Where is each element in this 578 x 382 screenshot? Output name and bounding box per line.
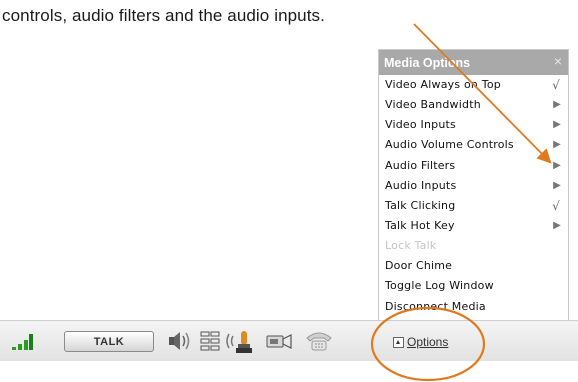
menu-item-door-chime[interactable]: Door Chime [379, 256, 568, 276]
menu-item-video-always-on-top[interactable]: Video Always on Top √ [379, 75, 568, 95]
menu-list: Video Always on Top √ Video Bandwidth ▶ Vide… [379, 75, 568, 317]
signal-strength-icon [12, 332, 34, 350]
checkmark-icon: √ [552, 78, 560, 92]
menu-item-audio-volume-controls[interactable]: Audio Volume Controls ▶ [379, 135, 568, 155]
menu-item-disconnect-media[interactable]: Disconnect Media [379, 297, 568, 317]
menu-item-label: Talk Hot Key [385, 218, 455, 232]
menu-title: Media Options [384, 55, 471, 70]
menu-item-label: Video Always on Top [385, 78, 501, 91]
menu-item-label: Disconnect Media [385, 299, 486, 313]
submenu-arrow-icon: ▶ [553, 219, 561, 231]
submenu-arrow-icon: ▶ [553, 99, 561, 111]
menu-item-talk-clicking[interactable]: Talk Clicking √ [379, 196, 568, 216]
menu-item-toggle-log-window[interactable]: Toggle Log Window [379, 276, 568, 296]
menu-item-talk-hot-key[interactable]: Talk Hot Key ▶ [379, 216, 568, 236]
menu-item-video-inputs[interactable]: Video Inputs ▶ [379, 115, 568, 135]
menu-item-lock-talk: Lock Talk [379, 236, 568, 256]
submenu-arrow-icon: ▶ [553, 179, 561, 191]
menu-item-label: Toggle Log Window [385, 279, 494, 293]
menu-item-audio-inputs[interactable]: Audio Inputs ▶ [379, 176, 568, 196]
menu-header: Media Options × [379, 50, 568, 75]
close-icon[interactable]: × [554, 53, 562, 69]
options-label: Options [407, 335, 449, 349]
menu-item-label: Audio Volume Controls [385, 138, 514, 152]
phone-icon[interactable] [304, 330, 334, 352]
video-camera-icon[interactable] [264, 330, 294, 352]
microphone-input-icon[interactable] [224, 330, 258, 354]
caption-text: controls, audio filters and the audio in… [2, 6, 325, 25]
media-options-menu: Media Options × Video Always on Top √ Vide… [378, 49, 569, 323]
talk-button[interactable]: TALK [64, 331, 154, 352]
expand-up-icon [393, 336, 404, 348]
menu-item-label: Lock Talk [385, 239, 437, 253]
menu-item-label: Door Chime [385, 259, 453, 273]
menu-item-label: Video Inputs [385, 118, 456, 132]
menu-item-audio-filters[interactable]: Audio Filters ▶ [379, 156, 568, 176]
menu-item-label: Audio Filters [385, 158, 456, 172]
submenu-arrow-icon: ▶ [553, 139, 561, 151]
options-button[interactable]: Options [393, 333, 448, 351]
media-toolbar: TALK Options [0, 320, 578, 361]
speaker-volume-icon[interactable] [166, 330, 196, 352]
submenu-arrow-icon: ▶ [553, 119, 561, 131]
audio-filter-icon[interactable] [199, 330, 221, 352]
menu-item-label: Video Bandwidth [385, 98, 481, 112]
menu-item-video-bandwidth[interactable]: Video Bandwidth ▶ [379, 95, 568, 115]
menu-item-label: Audio Inputs [385, 178, 457, 192]
checkmark-icon: √ [552, 198, 560, 213]
submenu-arrow-icon: ▶ [553, 159, 561, 171]
menu-item-label: Talk Clicking [385, 198, 456, 212]
